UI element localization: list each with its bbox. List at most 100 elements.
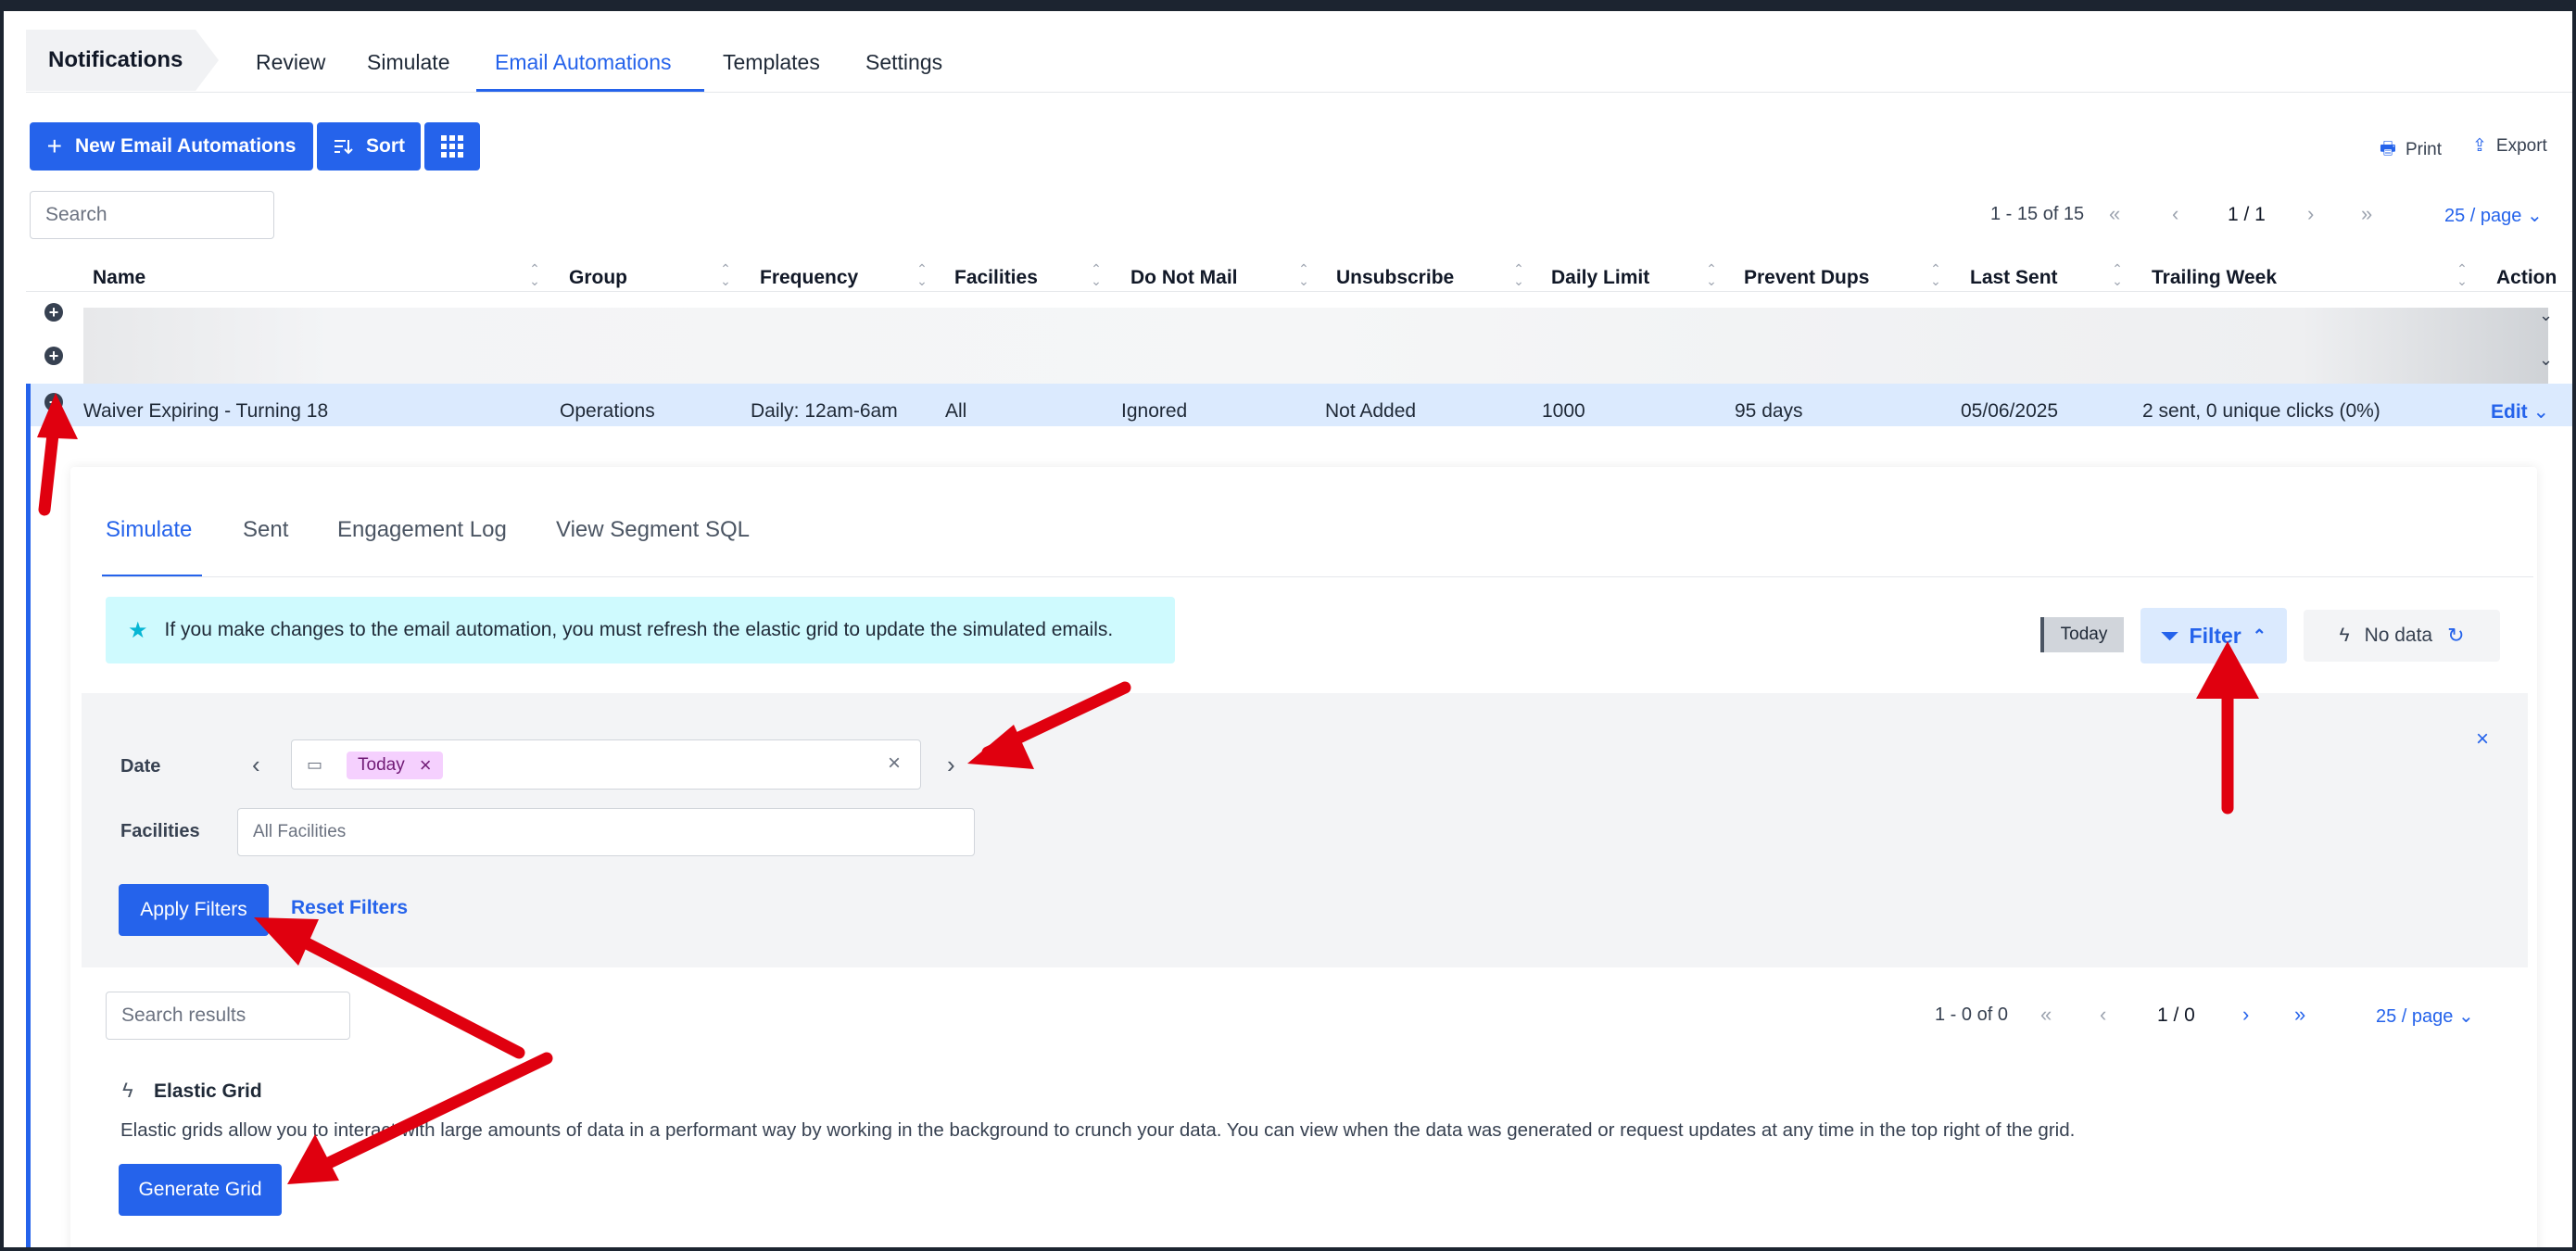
date-filter-label: Date bbox=[120, 756, 161, 777]
detail-tab-view-segment-sql[interactable]: View Segment SQL bbox=[556, 517, 750, 543]
next-page-icon[interactable]: › bbox=[2307, 202, 2314, 226]
detail-tab-engagement-log[interactable]: Engagement Log bbox=[337, 517, 507, 543]
sort-icon[interactable]: ⌃ ⌄ bbox=[1929, 262, 1942, 287]
results-page-size-label: 25 / page bbox=[2376, 1006, 2454, 1027]
date-badge: Today bbox=[2040, 617, 2124, 652]
col-header-facilities[interactable]: Facilities bbox=[954, 267, 1038, 289]
chevron-down-icon: ⌄ bbox=[2457, 1006, 2474, 1027]
lightning-icon: ϟ bbox=[122, 1079, 133, 1102]
row-frequency: Daily: 12am-6am bbox=[751, 400, 898, 422]
calendar-icon: ▭ bbox=[307, 754, 323, 774]
sort-icon[interactable]: ⌃ ⌄ bbox=[1512, 262, 1525, 287]
sort-icon[interactable]: ⌃ ⌄ bbox=[719, 262, 732, 287]
expand-row-icon[interactable]: + bbox=[44, 347, 63, 365]
chevron-down-icon: ⌄ bbox=[2526, 206, 2543, 226]
col-header-prevent-dups[interactable]: Prevent Dups bbox=[1744, 267, 1869, 289]
results-page-size-select[interactable]: 25 / page ⌄ bbox=[2376, 1005, 2474, 1028]
search-results-input[interactable]: Search results bbox=[106, 992, 350, 1040]
sort-icon[interactable]: ⌃ ⌄ bbox=[1705, 262, 1718, 287]
header-divider bbox=[26, 291, 2572, 292]
sort-icon[interactable]: ⌃ ⌄ bbox=[915, 262, 928, 287]
search-input[interactable]: Search bbox=[30, 191, 274, 239]
collapse-row-icon[interactable]: − bbox=[44, 393, 63, 411]
col-header-group[interactable]: Group bbox=[569, 267, 627, 289]
tab-simulate[interactable]: Simulate bbox=[367, 50, 449, 75]
col-header-name[interactable]: Name bbox=[93, 267, 145, 289]
last-page-icon[interactable]: » bbox=[2294, 1003, 2305, 1027]
elastic-grid-title: Elastic Grid bbox=[154, 1080, 262, 1102]
new-button-label: New Email Automations bbox=[74, 135, 297, 157]
col-header-frequency[interactable]: Frequency bbox=[760, 267, 858, 289]
search-placeholder: Search bbox=[45, 204, 107, 225]
tab-settings[interactable]: Settings bbox=[865, 50, 942, 75]
active-tab-indicator bbox=[476, 89, 704, 92]
page-size-select[interactable]: 25 / page ⌄ bbox=[2444, 204, 2543, 227]
breadcrumb[interactable]: Notifications bbox=[26, 30, 219, 91]
next-date-icon[interactable]: › bbox=[947, 751, 955, 779]
prev-page-icon[interactable]: ‹ bbox=[2172, 202, 2178, 226]
prev-date-icon[interactable]: ‹ bbox=[252, 751, 260, 779]
breadcrumb-label: Notifications bbox=[48, 47, 183, 72]
chevron-down-icon[interactable]: ⌄ bbox=[2539, 306, 2553, 325]
filter-funnel-icon: ⏷ bbox=[2161, 623, 2178, 648]
row-unsubscribe: Not Added bbox=[1325, 400, 1417, 422]
print-label: Print bbox=[2405, 140, 2443, 159]
col-header-do-not-mail[interactable]: Do Not Mail bbox=[1130, 267, 1238, 289]
col-header-last-sent[interactable]: Last Sent bbox=[1970, 267, 2058, 289]
edit-label: Edit bbox=[2491, 401, 2528, 423]
row-last-sent: 05/06/2025 bbox=[1961, 400, 2059, 422]
print-button[interactable]: 🖶 Print bbox=[2380, 135, 2442, 165]
sort-label: Sort bbox=[366, 135, 405, 157]
detail-tab-sent[interactable]: Sent bbox=[243, 517, 288, 543]
close-filter-icon[interactable]: × bbox=[2476, 727, 2489, 752]
detail-tabs-divider bbox=[102, 576, 2533, 577]
first-page-icon[interactable]: « bbox=[2109, 202, 2120, 226]
new-email-automation-button[interactable]: + New Email Automations bbox=[30, 122, 313, 171]
date-tag-label: Today bbox=[358, 755, 405, 775]
sort-button[interactable]: Sort bbox=[317, 122, 421, 171]
last-page-icon[interactable]: » bbox=[2361, 202, 2372, 226]
row-daily-limit: 1000 bbox=[1542, 400, 1585, 422]
printer-icon: 🖶 bbox=[2380, 139, 2396, 158]
col-header-daily-limit[interactable]: Daily Limit bbox=[1551, 267, 1649, 289]
remove-tag-icon[interactable]: × bbox=[420, 753, 432, 777]
prev-page-icon[interactable]: ‹ bbox=[2100, 1003, 2106, 1027]
refresh-icon[interactable]: ↻ bbox=[2447, 624, 2464, 648]
expand-row-icon[interactable]: + bbox=[44, 303, 63, 322]
row-trailing-week: 2 sent, 0 unique clicks (0%) bbox=[2142, 400, 2380, 422]
clear-date-icon[interactable]: × bbox=[888, 751, 901, 777]
chevron-down-icon[interactable]: ⌄ bbox=[2539, 350, 2553, 370]
tab-review[interactable]: Review bbox=[256, 50, 325, 75]
date-tag[interactable]: Today × bbox=[347, 752, 443, 779]
next-page-icon[interactable]: › bbox=[2242, 1003, 2249, 1027]
nav-divider bbox=[26, 92, 2572, 93]
sort-icon[interactable]: ⌃ ⌄ bbox=[1090, 262, 1103, 287]
sort-icon[interactable]: ⌃ ⌄ bbox=[1297, 262, 1310, 287]
star-icon: ★ bbox=[128, 617, 148, 643]
detail-tab-simulate[interactable]: Simulate bbox=[106, 517, 192, 543]
tab-email-automations[interactable]: Email Automations bbox=[495, 50, 671, 75]
filter-toggle-button[interactable]: ⏷ Filter ⌃ bbox=[2140, 608, 2287, 663]
export-label: Export bbox=[2495, 135, 2547, 156]
page-size-label: 25 / page bbox=[2444, 206, 2522, 226]
sort-icon[interactable]: ⌃ ⌄ bbox=[2111, 262, 2124, 287]
row-edit-button[interactable]: Edit ⌄ bbox=[2491, 400, 2549, 423]
row-name: Waiver Expiring - Turning 18 bbox=[83, 400, 329, 422]
grid-view-button[interactable] bbox=[424, 122, 480, 171]
search-results-placeholder: Search results bbox=[121, 1005, 246, 1026]
sort-icon[interactable]: ⌃ ⌄ bbox=[2456, 262, 2469, 287]
generate-grid-button[interactable]: Generate Grid bbox=[119, 1164, 282, 1216]
apply-filters-button[interactable]: Apply Filters bbox=[119, 884, 269, 936]
col-header-trailing-week[interactable]: Trailing Week bbox=[2152, 267, 2277, 289]
first-page-icon[interactable]: « bbox=[2040, 1003, 2052, 1027]
row-facilities: All bbox=[945, 400, 967, 422]
reset-filters-button[interactable]: Reset Filters bbox=[291, 897, 408, 919]
expanded-row-accent bbox=[26, 384, 31, 1247]
results-page-indicator: 1 / 0 bbox=[2157, 1005, 2195, 1026]
sort-icon[interactable]: ⌃ ⌄ bbox=[528, 262, 541, 287]
tab-templates[interactable]: Templates bbox=[723, 50, 820, 75]
facilities-select[interactable]: All Facilities bbox=[237, 808, 975, 856]
export-button[interactable]: ⇪ Export bbox=[2472, 135, 2547, 157]
lightning-icon: ϟ bbox=[2339, 625, 2350, 646]
col-header-unsubscribe[interactable]: Unsubscribe bbox=[1336, 267, 1454, 289]
